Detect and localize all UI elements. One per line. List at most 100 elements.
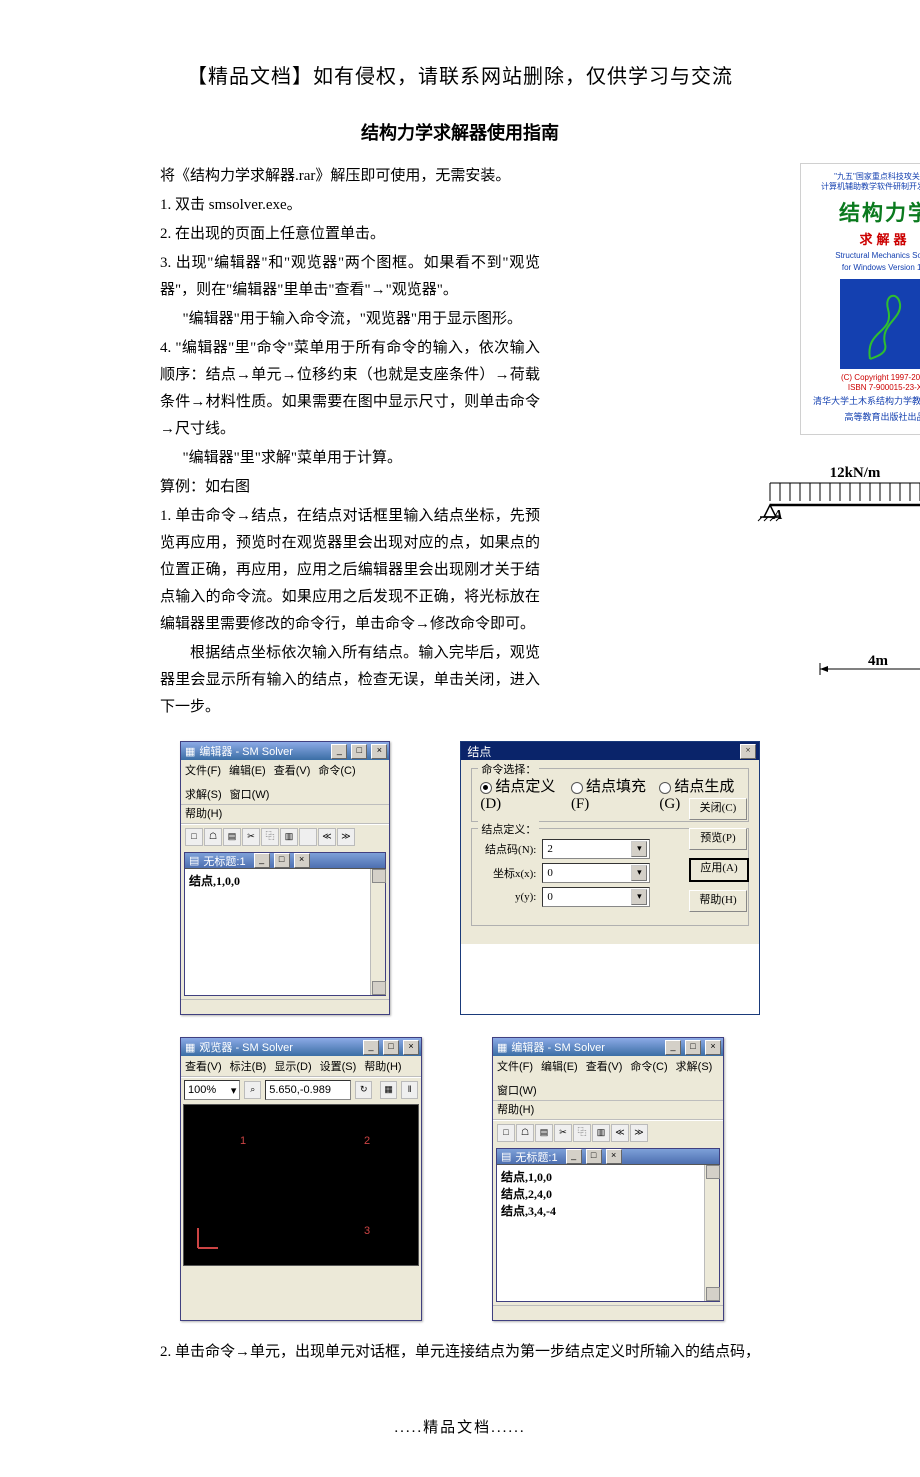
- tool-new[interactable]: □: [185, 828, 203, 846]
- menu-help[interactable]: 帮助(H): [497, 1101, 534, 1117]
- editor-textarea[interactable]: 结点,1,0,0: [185, 868, 385, 995]
- menu-edit[interactable]: 编辑(E): [229, 762, 266, 778]
- dialog-close-icon[interactable]: ×: [740, 744, 756, 759]
- scrollbar[interactable]: [370, 869, 385, 995]
- sub-close[interactable]: ×: [606, 1149, 622, 1164]
- point-1: 1: [240, 1135, 246, 1147]
- sub-max[interactable]: □: [586, 1149, 602, 1164]
- tool-cut[interactable]: ✂: [554, 1124, 572, 1142]
- tool-cut[interactable]: ✂: [242, 828, 260, 846]
- menu-view[interactable]: 查看(V): [586, 1058, 623, 1074]
- doc-title: 结构力学求解器使用指南: [160, 119, 760, 145]
- minimize-button[interactable]: _: [363, 1040, 379, 1055]
- tool-paste[interactable]: ▥: [280, 828, 298, 846]
- combo-arrow-icon[interactable]: ▾: [631, 841, 647, 857]
- sub-min[interactable]: _: [254, 853, 270, 868]
- editor-textarea[interactable]: 结点,1,0,0 结点,2,4,0 结点,3,4,-4: [497, 1164, 719, 1301]
- menu-view[interactable]: 查看(V): [274, 762, 311, 778]
- combo-arrow-icon[interactable]: ▾: [631, 865, 647, 881]
- combo-arrow-icon[interactable]: ▾: [631, 889, 647, 905]
- editor-doc-title: 无标题:1: [203, 853, 245, 869]
- menu-solve[interactable]: 求解(S): [676, 1058, 713, 1074]
- tool-open[interactable]: ☖: [516, 1124, 534, 1142]
- tool-next[interactable]: ≫: [337, 828, 355, 846]
- close-button[interactable]: ×: [403, 1040, 419, 1055]
- tool-a[interactable]: ▦: [380, 1081, 397, 1099]
- input-x[interactable]: 0▾: [542, 863, 650, 883]
- tool-save[interactable]: ▤: [535, 1124, 553, 1142]
- tool-copy[interactable]: ⿻: [573, 1124, 591, 1142]
- doc-icon: ▤: [189, 854, 199, 867]
- tool-open[interactable]: ☖: [204, 828, 222, 846]
- splash-org2: 高等教育出版社出品: [811, 412, 920, 424]
- editor-line-1: 结点,1,0,0: [189, 872, 381, 889]
- coord-readout: 5.650,-0.989: [265, 1080, 351, 1100]
- dialog-title: 结点: [467, 743, 491, 760]
- menu-solve[interactable]: 求解(S): [185, 786, 222, 802]
- zoom-combo[interactable]: 100%▾: [184, 1080, 240, 1100]
- maximize-button[interactable]: □: [383, 1040, 399, 1055]
- doc-icon: ▤: [501, 1150, 511, 1163]
- close-button[interactable]: 关闭(C): [689, 798, 747, 820]
- close-button[interactable]: ×: [371, 744, 387, 759]
- step1-b: 根据结点坐标依次输入所有结点。输入完毕后，观览器里会显示所有输入的结点，检查无误…: [160, 640, 540, 721]
- sub-min[interactable]: _: [566, 1149, 582, 1164]
- splash-en1: Structural Mechanics Solver: [811, 251, 920, 261]
- viewer-canvas[interactable]: 1 2 3: [183, 1104, 419, 1266]
- input-y[interactable]: 0▾: [542, 887, 650, 907]
- splash-title: 结构力学: [811, 197, 920, 227]
- menu-window[interactable]: 窗口(W): [497, 1082, 537, 1098]
- tool-paste[interactable]: ▥: [592, 1124, 610, 1142]
- splash-figure: [840, 279, 920, 369]
- menu-cmd[interactable]: 命令(C): [630, 1058, 667, 1074]
- help-button[interactable]: 帮助(H): [689, 890, 747, 912]
- sub-max[interactable]: □: [274, 853, 290, 868]
- splash-copyright2: ISBN 7-900015-23-X: [811, 383, 920, 393]
- dim-width: 4m: [868, 653, 889, 669]
- tool-copy[interactable]: ⿻: [261, 828, 279, 846]
- preview-button[interactable]: 预览(P): [689, 828, 747, 850]
- menu-mark[interactable]: 标注(B): [230, 1058, 267, 1074]
- minimize-button[interactable]: _: [665, 1040, 681, 1055]
- tool-new[interactable]: □: [497, 1124, 515, 1142]
- close-button[interactable]: ×: [705, 1040, 721, 1055]
- apply-button[interactable]: 应用(A): [689, 858, 749, 882]
- minimize-button[interactable]: _: [331, 744, 347, 759]
- tool-sep: [299, 828, 317, 846]
- radio-fill[interactable]: 结点填充(F): [571, 775, 649, 813]
- menu-settings[interactable]: 设置(S): [320, 1058, 357, 1074]
- tool-refresh[interactable]: ↻: [355, 1081, 372, 1099]
- editor-statusbar: [181, 999, 389, 1014]
- menu-display[interactable]: 显示(D): [274, 1058, 311, 1074]
- maximize-button[interactable]: □: [685, 1040, 701, 1055]
- example-label: 算例：如右图: [160, 474, 540, 501]
- splash-copyright1: (C) Copyright 1997-2000: [811, 373, 920, 383]
- menu-edit[interactable]: 编辑(E): [541, 1058, 578, 1074]
- splash-subtitle: 求解器: [811, 229, 920, 248]
- splash-top2: 计算机辅助教学软件研制开发与应用: [811, 182, 920, 192]
- editor-window-2: ▦ 编辑器 - SM Solver _ □ × 文件(F) 编辑(E) 查看(V…: [492, 1037, 724, 1321]
- tool-next[interactable]: ≫: [630, 1124, 648, 1142]
- menu-cmd[interactable]: 命令(C): [318, 762, 355, 778]
- menu-file[interactable]: 文件(F): [497, 1058, 533, 1074]
- splash-card: "九五"国家重点科技攻关项目 计算机辅助教学软件研制开发与应用 结构力学 求解器…: [800, 163, 920, 435]
- editor2-line-2: 结点,2,4,0: [501, 1185, 715, 1202]
- node-a-label: A: [772, 508, 782, 523]
- menu-help[interactable]: 帮助(H): [185, 805, 222, 821]
- input-node-code[interactable]: 2▾: [542, 839, 650, 859]
- tool-zoom[interactable]: ⌕: [244, 1081, 261, 1099]
- radio-define[interactable]: 结点定义(D): [480, 775, 561, 813]
- tool-save[interactable]: ▤: [223, 828, 241, 846]
- scrollbar[interactable]: [704, 1165, 719, 1301]
- menu-help[interactable]: 帮助(H): [364, 1058, 401, 1074]
- app-icon: ▦: [185, 1041, 195, 1054]
- tool-prev[interactable]: ≪: [611, 1124, 629, 1142]
- menu-file[interactable]: 文件(F): [185, 762, 221, 778]
- editor-doc-title: 无标题:1: [515, 1149, 557, 1165]
- menu-window[interactable]: 窗口(W): [230, 786, 270, 802]
- tool-pause[interactable]: ‖: [401, 1081, 418, 1099]
- menu-view[interactable]: 查看(V): [185, 1058, 222, 1074]
- sub-close[interactable]: ×: [294, 853, 310, 868]
- tool-prev[interactable]: ≪: [318, 828, 336, 846]
- maximize-button[interactable]: □: [351, 744, 367, 759]
